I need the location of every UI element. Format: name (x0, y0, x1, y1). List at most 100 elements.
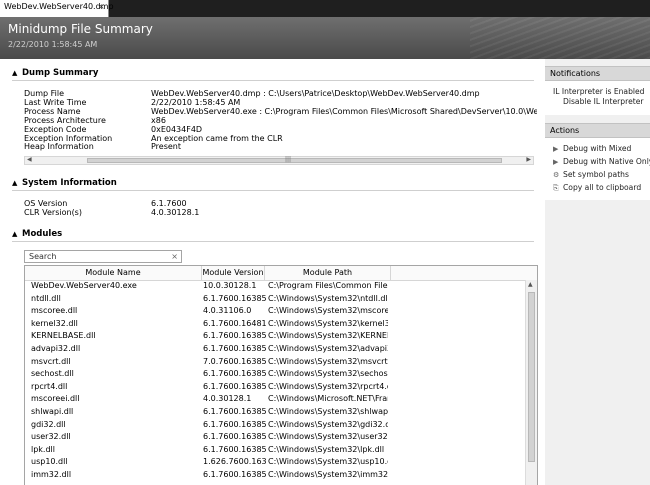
module-path-cell: C:\Windows\System32\lpk.dll (268, 444, 385, 454)
actions-header: Actions (545, 123, 650, 138)
module-version-cell: 4.0.31106.0 (203, 306, 252, 316)
close-tab-icon[interactable]: × (98, 2, 105, 11)
scroll-right-icon[interactable]: ▶ (526, 156, 531, 163)
system-info-value: 4.0.30128.1 (151, 207, 200, 217)
table-row[interactable]: shlwapi.dll 6.1.7600.16385 C:\Windows\Syst… (25, 407, 525, 420)
table-row[interactable]: advapi32.dll 6.1.7600.16385 C:\Windows\Sys… (25, 344, 525, 357)
table-row[interactable]: mscoreei.dll 4.0.30128.1 C:\Windows\Micros… (25, 394, 525, 407)
scroll-thumb[interactable] (87, 158, 502, 163)
module-name-cell: rpcrt4.dll (31, 381, 68, 391)
disable-il-interpreter-link[interactable]: Disable IL Interpreter (563, 97, 644, 106)
module-version-cell: 6.1.7600.16385 (203, 444, 266, 454)
modules-header[interactable]: ▲ Modules (12, 229, 62, 239)
page-timestamp: 2/22/2010 1:58:45 AM (8, 40, 98, 49)
module-name-cell: lpk.dll (31, 444, 55, 454)
module-version-cell: 6.1.7600.16481 (203, 318, 266, 328)
module-name-cell: advapi32.dll (31, 344, 81, 353)
header-decoration (470, 17, 650, 59)
page-header: Minidump File Summary 2/22/2010 1:58:45 … (0, 17, 650, 59)
summary-label: Heap Information (24, 142, 94, 152)
column-header-module-name[interactable]: Module Name (25, 266, 202, 280)
summary-label: Last Write Time (24, 97, 87, 107)
dump-summary-header[interactable]: ▲ Dump Summary (12, 68, 98, 78)
module-path-cell: C:\Windows\System32\msvcrt.dll (268, 356, 388, 366)
actions-panel: ▶ Debug with Mixed ▶ Debug with Native Onl… (545, 138, 650, 200)
module-version-cell: 6.1.7600.16385 (203, 407, 266, 416)
summary-value: x86 (151, 115, 166, 125)
document-tab[interactable]: WebDev.WebServer40.dmp × (0, 0, 114, 17)
dump-summary-title: Dump Summary (22, 68, 99, 78)
right-pane: Notifications IL Interpreter is Enabled … (545, 59, 650, 485)
column-header-module-version[interactable]: Module Version (202, 266, 265, 280)
module-name-cell: kernel32.dll (31, 318, 78, 328)
table-row[interactable]: rpcrt4.dll 6.1.7600.16385 C:\Windows\Syste… (25, 382, 525, 395)
clear-search-icon[interactable]: × (171, 252, 178, 261)
collapse-arrow-icon[interactable]: ▲ (12, 69, 22, 77)
table-row[interactable]: mscoree.dll 4.0.31106.0 C:\Windows\System3… (25, 306, 525, 319)
module-path-cell: C:\Windows\System32\kernel32.dll (268, 318, 388, 328)
summary-value: Present (151, 142, 182, 152)
module-path-cell: C:\Windows\System32\rpcrt4.dll (268, 381, 388, 391)
table-row[interactable]: kernel32.dll 6.1.7600.16481 C:\Windows\Sys… (25, 319, 525, 332)
table-row[interactable]: KERNELBASE.dll 6.1.7600.16385 C:\Windows\S… (25, 331, 525, 344)
column-header-module-path[interactable]: Module Path (265, 266, 391, 280)
module-path-cell: C:\Windows\System32\mscoree.dll (268, 306, 388, 316)
debug-with-native-action[interactable]: ▶ Debug with Native Only (553, 157, 650, 166)
module-path-cell: C:\Windows\System32\ntdll.dll (268, 293, 388, 303)
copy-to-clipboard-action[interactable]: ⎘ Copy all to clipboard (553, 183, 641, 193)
module-name-cell: user32.dll (31, 432, 71, 442)
summary-label: Exception Information (24, 133, 113, 143)
collapse-arrow-icon[interactable]: ▲ (12, 179, 22, 187)
set-symbol-paths-action[interactable]: ⚙ Set symbol paths (553, 170, 629, 179)
module-path-cell: C:\Program Files\Common Files\Mi (268, 281, 388, 290)
collapse-arrow-icon[interactable]: ▲ (12, 230, 22, 238)
summary-value: WebDev.WebServer40.exe : C:\Program File… (151, 106, 537, 116)
modules-grid: Module Name Module Version Module Path W… (24, 265, 538, 485)
scroll-thumb[interactable] (528, 292, 535, 462)
play-icon: ▶ (553, 158, 559, 166)
summary-value: 0xE0434F4D (151, 124, 203, 134)
horizontal-scrollbar[interactable]: ◀ ||| ▶ (24, 156, 534, 165)
module-version-cell: 6.1.7600.16385 (203, 344, 266, 353)
module-search-input[interactable]: Search × (24, 250, 182, 263)
module-name-cell: ntdll.dll (31, 293, 61, 303)
module-path-cell: C:\Windows\System32\sechost.dll (268, 369, 388, 379)
play-icon: ▶ (553, 145, 559, 153)
module-path-cell: C:\Windows\System32\user32.dll (268, 432, 388, 442)
debug-with-mixed-action[interactable]: ▶ Debug with Mixed (553, 144, 631, 153)
module-version-cell: 1.626.7600.16385 (203, 457, 266, 467)
scroll-left-icon[interactable]: ◀ (27, 156, 32, 163)
table-row[interactable]: user32.dll 6.1.7600.16385 C:\Windows\Syste… (25, 432, 525, 445)
module-name-cell: WebDev.WebServer40.exe (31, 281, 137, 290)
table-row[interactable]: gdi32.dll 6.1.7600.16385 C:\Windows\System… (25, 420, 525, 433)
module-version-cell: 6.1.7600.16385 (203, 432, 266, 442)
divider (12, 190, 534, 191)
summary-label: Dump File (24, 89, 65, 98)
module-name-cell: msvcrt.dll (31, 356, 71, 366)
system-info-label: CLR Version(s) (24, 207, 82, 217)
divider (12, 241, 534, 242)
system-info-label: OS Version (24, 199, 68, 208)
table-row[interactable]: usp10.dll 1.626.7600.16385C:\Windows\Syst… (25, 457, 525, 470)
notifications-header: Notifications (545, 66, 650, 81)
system-info-header[interactable]: ▲ System Information (12, 178, 117, 188)
module-name-cell: imm32.dll (31, 470, 72, 479)
module-version-cell: 6.1.7600.16385 (203, 381, 266, 391)
table-row[interactable]: WebDev.WebServer40.exe 10.0.30128.1 C:\Pro… (25, 281, 525, 294)
table-row[interactable]: msvcrt.dll 7.0.7600.16385 C:\Windows\Syste… (25, 357, 525, 370)
scroll-up-icon[interactable]: ▲ (528, 281, 533, 288)
summary-label: Exception Code (24, 124, 87, 134)
vertical-scrollbar[interactable]: ▲ (525, 280, 537, 485)
table-row[interactable]: sechost.dll 6.1.7600.16385 C:\Windows\Syst… (25, 369, 525, 382)
module-name-cell: KERNELBASE.dll (31, 331, 96, 341)
table-row[interactable]: imm32.dll 6.1.7600.16385 C:\Windows\System… (25, 470, 525, 483)
module-name-cell: mscoreei.dll (31, 394, 80, 404)
module-version-cell: 6.1.7600.16385 (203, 470, 266, 479)
module-version-cell: 6.1.7600.16385 (203, 293, 266, 303)
table-row[interactable]: lpk.dll 6.1.7600.16385 C:\Windows\System32… (25, 445, 525, 458)
page-title: Minidump File Summary (8, 22, 153, 36)
document-tab-bar: WebDev.WebServer40.dmp × (0, 0, 650, 17)
module-version-cell: 6.1.7600.16385 (203, 419, 266, 429)
table-row[interactable]: ntdll.dll 6.1.7600.16385 C:\Windows\System… (25, 294, 525, 307)
module-name-cell: sechost.dll (31, 369, 74, 379)
